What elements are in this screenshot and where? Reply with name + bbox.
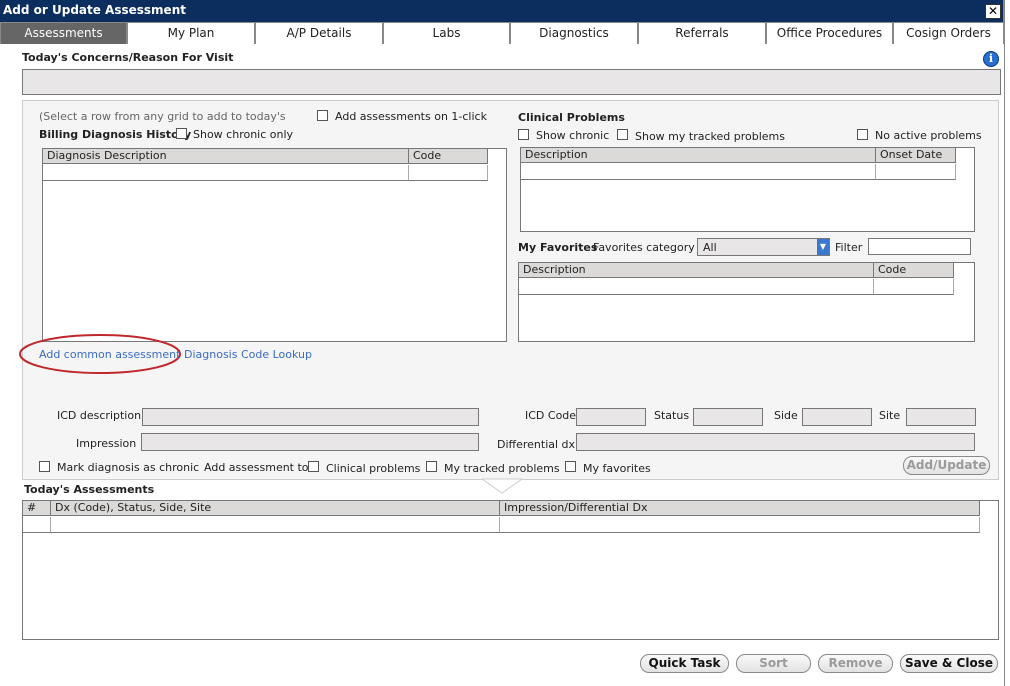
billing-title: Billing Diagnosis History (39, 128, 192, 141)
column-header[interactable]: Code (874, 263, 954, 278)
show-tracked-checkbox[interactable] (617, 129, 628, 140)
icd-description-label: ICD description (57, 409, 142, 422)
column-header[interactable]: Description (521, 148, 876, 163)
add-on-click-label: Add assessments on 1-click (335, 110, 487, 123)
mark-chronic-checkbox[interactable] (39, 461, 50, 472)
column-header[interactable]: Code (409, 149, 488, 164)
tab-office-procedures[interactable]: Office Procedures (766, 22, 893, 44)
quick-task-button[interactable]: Quick Task (640, 654, 729, 673)
show-chronic-label: Show chronic (536, 129, 610, 142)
favorites-grid[interactable]: Description Code (518, 262, 975, 342)
table-row[interactable] (43, 165, 409, 181)
chevron-down-icon[interactable]: ▼ (817, 239, 829, 255)
favorites-category-value: All (703, 241, 717, 254)
add-update-button[interactable]: Add/Update (903, 456, 990, 475)
column-header[interactable]: Impression/Differential Dx (500, 501, 980, 516)
table-row[interactable] (521, 164, 876, 180)
tab-labs[interactable]: Labs (383, 22, 510, 44)
my-favorites-label: My favorites (583, 462, 651, 475)
clinical-problems-checkbox[interactable] (308, 461, 319, 472)
window-edge (1004, 0, 1005, 686)
tab-assessments[interactable]: Assessments (0, 22, 127, 44)
differential-label: Differential dx (497, 438, 576, 451)
diagnosis-code-lookup-link[interactable]: Diagnosis Code Lookup (184, 348, 312, 361)
pointer-notch (482, 478, 522, 494)
info-icon[interactable]: i (983, 51, 999, 67)
tab-my-plan[interactable]: My Plan (127, 22, 255, 44)
filter-input[interactable] (868, 238, 971, 255)
column-header[interactable]: Diagnosis Description (43, 149, 409, 164)
table-row[interactable] (874, 279, 954, 295)
table-row[interactable] (519, 279, 874, 295)
site-label: Site (879, 409, 901, 422)
window-title: Add or Update Assessment (0, 0, 1004, 22)
show-chronic-checkbox[interactable] (518, 129, 529, 140)
differential-field[interactable] (576, 433, 975, 451)
filter-label: Filter (835, 241, 863, 254)
table-row[interactable] (876, 164, 956, 180)
show-chronic-only-label: Show chronic only (193, 128, 294, 141)
my-tracked-checkbox[interactable] (426, 461, 437, 472)
table-row[interactable] (409, 165, 488, 181)
todays-assessments-title: Today's Assessments (24, 483, 155, 496)
side-field[interactable] (802, 408, 872, 426)
concerns-input[interactable] (22, 69, 1001, 95)
selection-hint: (Select a row from any grid to add to to… (39, 110, 286, 123)
icd-description-field[interactable] (142, 408, 479, 426)
column-header[interactable]: Dx (Code), Status, Side, Site (51, 501, 500, 516)
no-active-checkbox[interactable] (857, 129, 868, 140)
table-row[interactable] (23, 517, 51, 533)
clinical-grid[interactable]: Description Onset Date (520, 147, 975, 232)
tab-diagnostics[interactable]: Diagnostics (510, 22, 638, 44)
side-label: Side (774, 409, 798, 422)
impression-label: Impression (76, 437, 137, 450)
favorites-category-select[interactable]: All ▼ (697, 238, 830, 256)
column-header[interactable]: Onset Date (876, 148, 956, 163)
site-field[interactable] (906, 408, 976, 426)
save-close-button[interactable]: Save & Close (900, 654, 998, 673)
clinical-problems-label: Clinical problems (326, 462, 421, 475)
billing-grid[interactable]: Diagnosis Description Code (42, 148, 507, 342)
tab-bar: Assessments My Plan A/P Details Labs Dia… (0, 22, 1004, 44)
close-icon[interactable]: ✕ (985, 4, 1001, 19)
icd-code-field[interactable] (576, 408, 646, 426)
tab-cosign-orders[interactable]: Cosign Orders (893, 22, 1004, 44)
sort-button[interactable]: Sort (736, 654, 811, 673)
favorites-category-label: Favorites category (593, 241, 695, 254)
table-row[interactable] (500, 517, 980, 533)
remove-button[interactable]: Remove (818, 654, 893, 673)
tab-referrals[interactable]: Referrals (638, 22, 766, 44)
show-tracked-label: Show my tracked problems (635, 130, 785, 143)
mark-chronic-label: Mark diagnosis as chronic (57, 461, 200, 474)
tab-ap-details[interactable]: A/P Details (255, 22, 383, 44)
status-label: Status (654, 409, 690, 422)
favorites-title: My Favorites (518, 241, 598, 254)
my-favorites-checkbox[interactable] (565, 461, 576, 472)
window-title-text: Add or Update Assessment (3, 3, 186, 17)
table-row[interactable] (51, 517, 500, 533)
no-active-label: No active problems (875, 129, 982, 142)
column-header[interactable]: # (23, 501, 51, 516)
concerns-label: Today's Concerns/Reason For Visit (22, 51, 234, 64)
icd-code-label: ICD Code (525, 409, 577, 422)
my-tracked-label: My tracked problems (444, 462, 560, 475)
column-header[interactable]: Description (519, 263, 874, 278)
add-to-label: Add assessment to (204, 461, 309, 474)
add-on-click-checkbox[interactable] (317, 110, 328, 121)
impression-field[interactable] (141, 433, 479, 451)
todays-assessments-grid[interactable]: # Dx (Code), Status, Side, Site Impressi… (22, 500, 999, 640)
clinical-problems-title: Clinical Problems (518, 111, 625, 124)
add-common-assessment-link[interactable]: Add common assessment (39, 348, 180, 361)
status-field[interactable] (693, 408, 763, 426)
show-chronic-only-checkbox[interactable] (176, 128, 187, 139)
